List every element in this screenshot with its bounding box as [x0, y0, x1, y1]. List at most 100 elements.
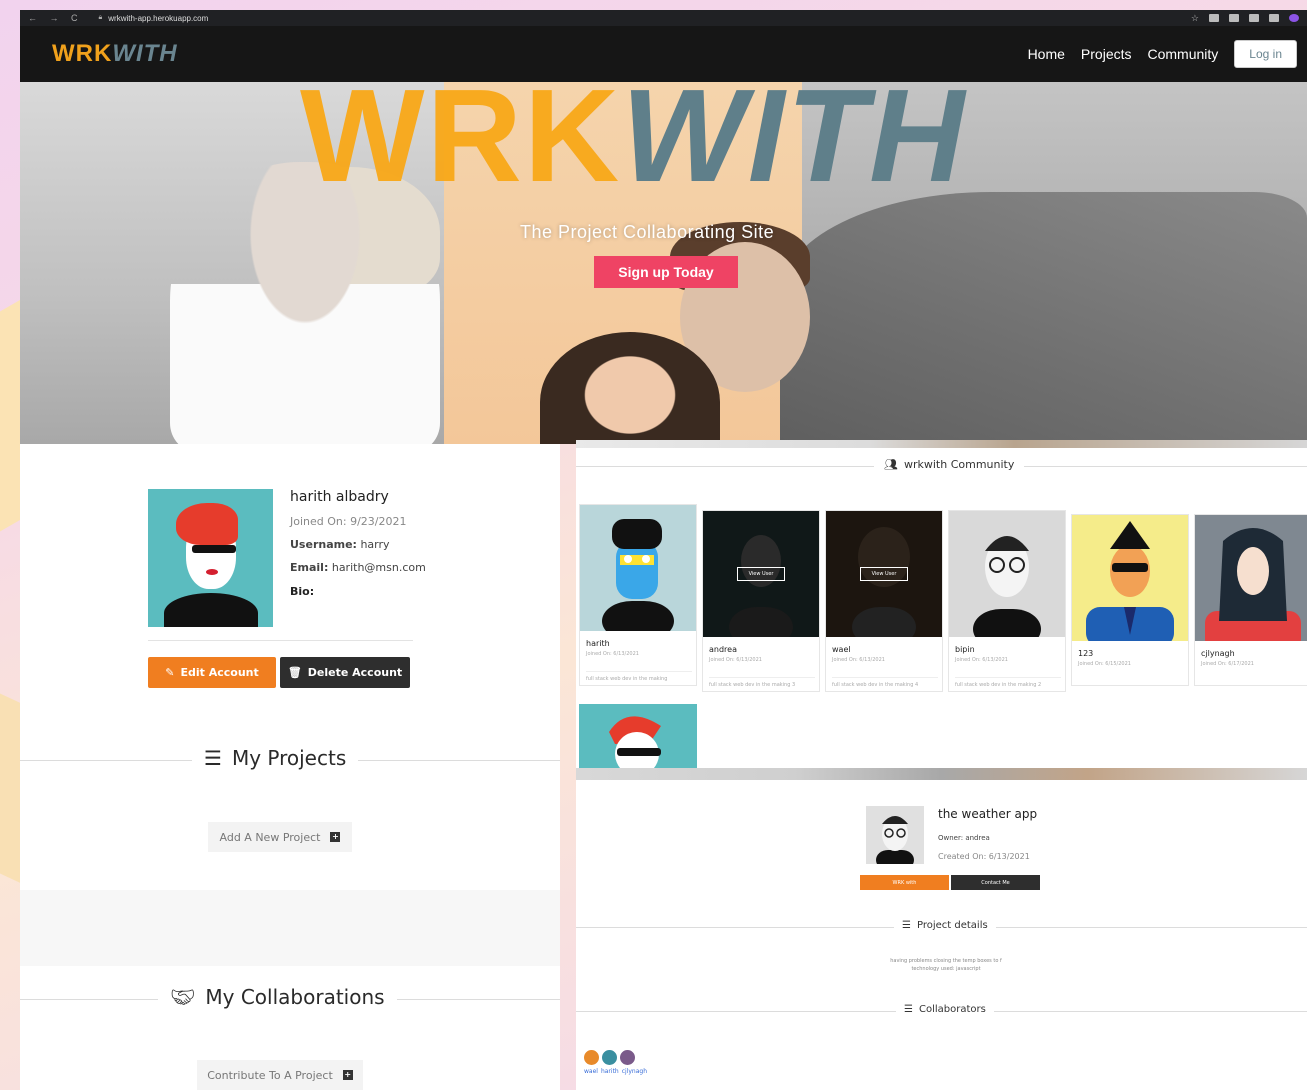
brand-logo[interactable]: WRKWITH	[52, 40, 178, 68]
list-check-icon: ☰	[204, 746, 222, 770]
project-description: having problems closing the temp boxes t…	[890, 958, 1002, 964]
hero-man	[780, 192, 1307, 444]
trash-icon: 🗑︎	[287, 666, 302, 679]
user-name: cjlynagh	[1201, 649, 1235, 658]
hero-tagline: The Project Collaborating Site	[520, 222, 775, 242]
project-details-heading: ☰ Project details	[894, 920, 996, 931]
profile-email: Email: harith@msn.com	[290, 561, 426, 574]
my-collaborations-heading: 🤝︎ My Collaborations	[158, 985, 397, 1009]
profile-section: harith albadry Joined On: 9/23/2021 User…	[20, 444, 560, 1090]
user-name: harith	[586, 639, 610, 648]
browser-nav-icons[interactable]: ← → C	[28, 13, 83, 23]
extension-icon[interactable]	[1249, 14, 1259, 22]
username-value: harry	[360, 538, 390, 551]
user-bio: full stack web dev in the making 4	[832, 677, 938, 688]
user-bio: full stack web dev in the making 2	[955, 677, 1061, 688]
user-avatar	[949, 511, 1065, 637]
email-label: Email:	[290, 561, 329, 574]
extension-icon[interactable]	[1209, 14, 1219, 22]
profile-joined: Joined On: 9/23/2021	[290, 515, 407, 528]
project-details-title: Project details	[916, 920, 988, 931]
user-avatar	[579, 704, 697, 768]
user-card[interactable]: harith Joined On: 6/13/2021 full stack w…	[579, 504, 697, 686]
project-owner: Owner: andrea	[938, 834, 990, 842]
user-avatar: View User	[703, 511, 819, 637]
user-avatar	[580, 505, 696, 631]
add-project-button[interactable]: Add A New Project +	[208, 822, 352, 852]
delete-account-label: Delete Account	[307, 666, 403, 679]
hero-strip	[576, 440, 1307, 448]
project-technology: technology used: javascript	[911, 966, 981, 972]
signup-button[interactable]: Sign up Today	[594, 256, 738, 288]
project-detail-panel: the weather app Owner: andrea Created On…	[576, 780, 1307, 1090]
nav-community[interactable]: Community	[1148, 46, 1219, 62]
user-card[interactable]: bipin Joined On: 6/13/2021 full stack we…	[948, 510, 1066, 692]
community-heading: 👥︎ wrkwith Community	[874, 458, 1025, 471]
user-joined: Joined On: 6/13/2021	[832, 657, 885, 663]
projects-list-area	[20, 890, 560, 966]
star-icon[interactable]: ☆	[1191, 14, 1199, 23]
profile-bio: Bio:	[290, 585, 315, 598]
hero-logo-wrk: WRK	[300, 82, 622, 209]
nav-home[interactable]: Home	[1028, 46, 1065, 62]
view-user-button[interactable]: View User	[737, 567, 785, 581]
collaborators-heading: ☰ Collaborators	[896, 1004, 994, 1015]
profile-icon[interactable]	[1289, 14, 1299, 22]
collaborator-link[interactable]: cjlynagh	[622, 1068, 647, 1075]
collaborator-avatars	[584, 1050, 635, 1065]
brand-with: WITH	[112, 40, 178, 67]
contact-me-button[interactable]: Contact Me	[951, 875, 1040, 890]
edit-account-label: Edit Account	[180, 666, 259, 679]
user-bio: full stack web dev in the making 3	[709, 677, 815, 688]
plus-square-icon: +	[330, 832, 341, 842]
project-owner-avatar	[866, 806, 924, 864]
collaborator-avatar[interactable]	[620, 1050, 635, 1065]
collaborator-avatar[interactable]	[584, 1050, 599, 1065]
hero-strip	[576, 768, 1307, 780]
collaborators-title: Collaborators	[918, 1004, 986, 1015]
contribute-label: Contribute To A Project	[207, 1068, 333, 1082]
my-projects-title: My Projects	[231, 746, 347, 770]
profile-avatar	[148, 489, 273, 627]
user-name: andrea	[709, 645, 737, 654]
delete-account-button[interactable]: 🗑︎ Delete Account	[280, 657, 410, 688]
project-details-text: having problems closing the temp boxes t…	[866, 957, 1026, 973]
user-avatar: View User	[826, 511, 942, 637]
user-joined: Joined On: 6/13/2021	[586, 651, 639, 657]
wrk-with-button[interactable]: WRK with	[860, 875, 949, 890]
divider	[148, 640, 413, 641]
project-created: Created On: 6/13/2021	[938, 852, 1030, 861]
user-joined: Joined On: 6/15/2021	[1078, 661, 1131, 667]
list-icon: ☰	[902, 920, 911, 931]
nav-projects[interactable]: Projects	[1081, 46, 1132, 62]
collaborator-link[interactable]: wael	[584, 1068, 598, 1075]
puzzle-icon[interactable]	[1269, 14, 1279, 22]
edit-account-button[interactable]: ✎ Edit Account	[148, 657, 276, 688]
user-card[interactable]: cjlynagh Joined On: 6/17/2021	[1194, 514, 1307, 686]
list-icon: ☰	[904, 1004, 913, 1015]
brand-wrk: WRK	[52, 40, 113, 67]
add-project-label: Add A New Project	[219, 830, 321, 844]
user-card[interactable]: View User andrea Joined On: 6/13/2021 fu…	[702, 510, 820, 692]
navbar: WRKWITH Home Projects Community Log in	[20, 26, 1307, 82]
browser-toolbar: ← → C 🔒︎ wrkwith-app.herokuapp.com ☆	[20, 10, 1307, 26]
community-panel: 👥︎ wrkwith Community harith Joined On: 6/…	[576, 440, 1307, 768]
extension-icon[interactable]	[1229, 14, 1239, 22]
login-button[interactable]: Log in	[1234, 40, 1297, 68]
community-title: wrkwith Community	[903, 458, 1015, 471]
user-joined: Joined On: 6/13/2021	[709, 657, 762, 663]
browser-extensions: ☆	[1191, 14, 1299, 23]
collaborator-avatar[interactable]	[602, 1050, 617, 1065]
collaborator-link[interactable]: harith	[601, 1068, 619, 1075]
plus-square-icon: +	[342, 1070, 353, 1080]
user-card[interactable]: 123 Joined On: 6/15/2021	[1071, 514, 1189, 686]
contribute-button[interactable]: Contribute To A Project +	[197, 1060, 363, 1090]
address-bar[interactable]: wrkwith-app.herokuapp.com	[108, 14, 208, 23]
edit-icon: ✎	[165, 666, 175, 679]
user-joined: Joined On: 6/13/2021	[955, 657, 1008, 663]
user-avatar	[1072, 515, 1188, 641]
view-user-button[interactable]: View User	[860, 567, 908, 581]
profile-name: harith albadry	[290, 489, 389, 505]
user-card[interactable]: View User wael Joined On: 6/13/2021 full…	[825, 510, 943, 692]
hero-logo: WRKWITH	[300, 82, 966, 202]
